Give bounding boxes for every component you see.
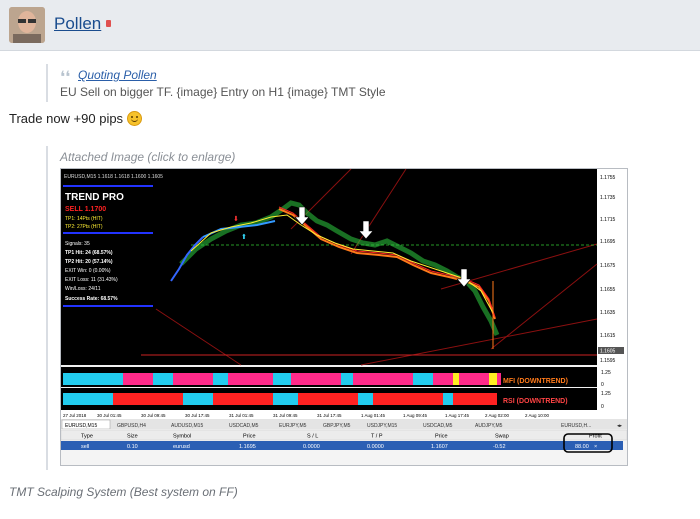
buy-marker: ⬆ xyxy=(241,233,247,241)
column-header: S / L xyxy=(307,434,318,440)
panel-tp1: TP1: 14Pts (HIT) xyxy=(65,216,103,222)
table-cell: -0.52 xyxy=(493,444,506,450)
sell-marker: ⬇ xyxy=(233,215,239,223)
user-avatar[interactable] xyxy=(9,7,45,43)
panel-exit-loss: EXIT Loss: 11 (31.43%) xyxy=(65,277,118,283)
quote-author-link[interactable]: Quoting Pollen xyxy=(78,68,157,82)
time-tick: 31 Jul 09:45 xyxy=(273,413,298,418)
time-tick: 1 Aug 01:45 xyxy=(361,413,386,418)
price-tick: 1.1635 xyxy=(600,310,616,316)
time-tick: 30 Jul 01:45 xyxy=(97,413,122,418)
mfi-label: MFI (DOWNTREND) xyxy=(503,378,568,385)
price-tick: 1.1615 xyxy=(600,333,616,339)
chart-svg: EURUSD,M15 1.1618 1.1618 1.1600 1.1605 T… xyxy=(60,168,628,465)
price-tick: 1.1735 xyxy=(600,195,616,201)
status-icon xyxy=(106,20,111,27)
rsi-indicator: RSI (DOWNTREND) xyxy=(61,388,597,410)
panel-tp1-hit: TP1 Hit: 24 (68.57%) xyxy=(65,250,113,256)
column-header: Size xyxy=(127,434,138,440)
sub-tick: 0 xyxy=(601,382,604,388)
symbol-tab[interactable]: AUDJPY,M5 xyxy=(475,423,503,429)
symbol-tab[interactable]: USDJPY,M15 xyxy=(367,423,397,429)
rsi-label: RSI (DOWNTREND) xyxy=(503,398,568,405)
attachment-label[interactable]: Attached Image (click to enlarge) xyxy=(60,150,235,164)
table-cell: 1.1607 xyxy=(431,444,448,450)
symbol-tab[interactable]: USDCAD,M5 xyxy=(423,423,453,429)
column-header: Price xyxy=(243,434,256,440)
blue-band-low xyxy=(63,305,153,307)
price-tick: 1.1695 xyxy=(600,239,616,245)
tab-scroll-icon[interactable]: ◂▸ xyxy=(617,423,623,429)
price-tick: 1.1595 xyxy=(600,358,616,364)
symbol-tab[interactable]: EURUSD,M15 xyxy=(65,423,97,429)
panel-tp2-hit: TP2 Hit: 20 (57.14%) xyxy=(65,259,113,265)
symbol-tab[interactable]: USDCAD,M5 xyxy=(229,423,259,429)
symbol-tab[interactable]: EURJPY,M5 xyxy=(279,423,307,429)
time-tick: 31 Jul 01:45 xyxy=(229,413,254,418)
chart-header: EURUSD,M15 1.1618 1.1618 1.1600 1.1605 xyxy=(64,174,163,180)
blue-band-top xyxy=(63,185,153,187)
time-tick: 27 Jul 2018 xyxy=(63,413,87,418)
table-cell: sell xyxy=(81,444,89,450)
table-cell: 0.10 xyxy=(127,444,138,450)
table-cell: eurusd xyxy=(173,444,190,450)
username-link[interactable]: Pollen xyxy=(54,14,101,34)
price-tick: 1.1755 xyxy=(600,175,616,181)
smile-icon xyxy=(127,111,143,126)
post-message-text: Trade now +90 pips xyxy=(9,111,124,126)
time-tick: 2 Aug 10:00 xyxy=(525,413,550,418)
column-header: Type xyxy=(81,434,93,440)
time-tick: 2 Aug 02:00 xyxy=(485,413,510,418)
sub-tick: 1.25 xyxy=(601,370,611,376)
symbol-tab[interactable]: GBPJPY,M5 xyxy=(323,423,351,429)
symbol-tab[interactable]: AUDUSD,M15 xyxy=(171,423,203,429)
trade-row[interactable] xyxy=(61,441,623,450)
sub-tick: 0 xyxy=(601,404,604,410)
close-icon[interactable]: × xyxy=(594,444,597,450)
price-tick: 1.1675 xyxy=(600,263,616,269)
current-price-tick: 1.1605 xyxy=(600,349,616,355)
table-cell: 0.0000 xyxy=(303,444,320,450)
mfi-indicator: MFI (DOWNTREND) xyxy=(61,367,597,387)
post-signature: TMT Scalping System (Best system on FF) xyxy=(9,485,238,499)
post-header: Pollen xyxy=(0,0,700,51)
symbol-tab[interactable]: GBPUSD,H4 xyxy=(117,423,146,429)
panel-success: Success Rate: 68.57% xyxy=(65,296,118,302)
table-cell: 1.1695 xyxy=(239,444,256,450)
price-tick: 1.1655 xyxy=(600,287,616,293)
price-tick: 1.1715 xyxy=(600,217,616,223)
column-header: Symbol xyxy=(173,434,191,440)
panel-title: TREND PRO xyxy=(65,192,124,203)
blue-band-mid xyxy=(63,232,153,234)
time-tick: 30 Jul 09:45 xyxy=(141,413,166,418)
panel-winloss: Win/Loss: 24/11 xyxy=(65,286,101,292)
time-tick: 31 Jul 17:45 xyxy=(317,413,342,418)
time-tick: 30 Jul 17:45 xyxy=(185,413,210,418)
column-header: Price xyxy=(435,434,448,440)
column-header: T / P xyxy=(371,434,383,440)
attached-chart-image[interactable]: EURUSD,M15 1.1618 1.1618 1.1600 1.1605 T… xyxy=(60,168,628,466)
profit-cell: 88.00 xyxy=(575,444,589,450)
quote-text: EU Sell on bigger TF. {image} Entry on H… xyxy=(60,85,386,99)
column-header: Swap xyxy=(495,434,509,440)
panel-signal: SELL 1.1700 xyxy=(65,206,106,213)
sub-tick: 1.25 xyxy=(601,391,611,397)
attachment-block: Attached Image (click to enlarge) EURUSD… xyxy=(46,146,634,470)
time-tick: 1 Aug 09:45 xyxy=(403,413,428,418)
quote-icon: ❛❛ xyxy=(60,67,71,86)
avatar-image xyxy=(9,7,45,43)
table-cell: 0.0000 xyxy=(367,444,384,450)
panel-signals: Signals: 35 xyxy=(65,241,90,247)
symbol-tab[interactable]: EURUSD,H... xyxy=(561,423,591,429)
time-tick: 1 Aug 17:45 xyxy=(445,413,470,418)
panel-exit-win: EXIT Win: 0 (0.00%) xyxy=(65,268,111,274)
post-message: Trade now +90 pips xyxy=(9,111,143,126)
panel-tp2: TP2: 27Pts (HIT) xyxy=(65,224,103,230)
quote-block: ❛❛ Quoting Pollen EU Sell on bigger TF. … xyxy=(46,64,440,102)
